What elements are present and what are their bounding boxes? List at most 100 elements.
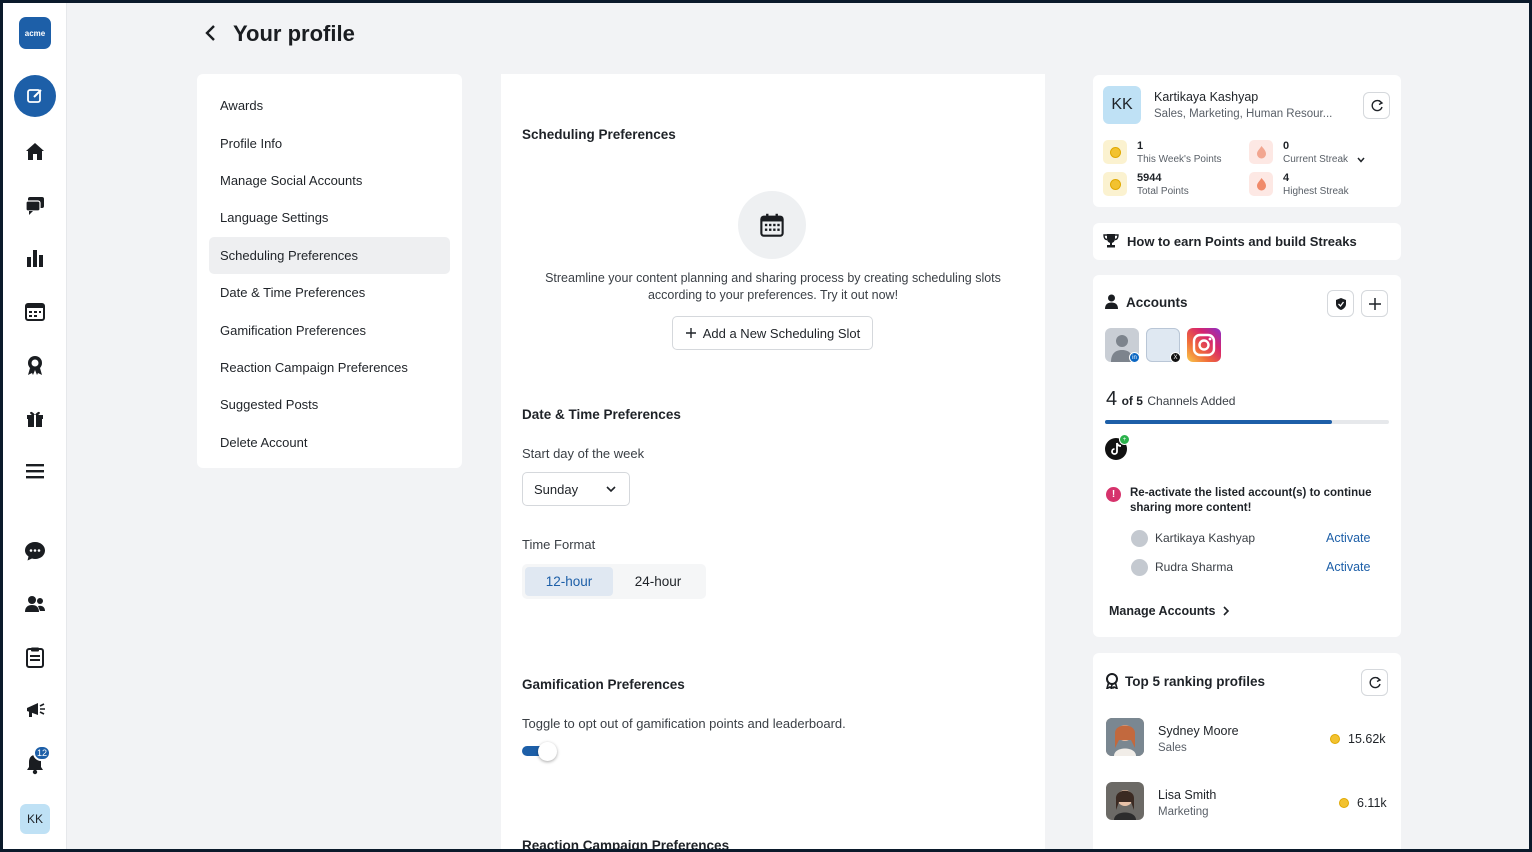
current-streak-label: Current Streak <box>1283 154 1349 165</box>
channels-total: of 5 <box>1121 394 1143 408</box>
profile-summary-card: KK Kartikaya Kashyap Sales, Marketing, H… <box>1093 75 1401 207</box>
scheduling-description: Streamline your content planning and sha… <box>523 270 1023 304</box>
x-account-avatar[interactable]: X <box>1146 328 1181 363</box>
nav-item-gamification-preferences[interactable]: Gamification Preferences <box>209 311 450 348</box>
channels-progress-fill <box>1105 420 1333 424</box>
feed-chat-icon[interactable] <box>23 193 47 217</box>
page-title: Your profile <box>233 21 355 46</box>
nav-item-profile-info[interactable]: Profile Info <box>209 124 450 161</box>
manage-accounts-link[interactable]: Manage Accounts <box>1109 604 1230 618</box>
manage-accounts-label: Manage Accounts <box>1109 604 1216 618</box>
messages-icon[interactable] <box>23 539 47 563</box>
calendar-icon <box>760 213 784 237</box>
nav-item-reaction-campaign-preferences[interactable]: Reaction Campaign Preferences <box>209 349 450 386</box>
gamification-description: Toggle to opt out of gamification points… <box>522 716 846 731</box>
chevron-right-icon <box>1222 606 1229 616</box>
time-format-label: Time Format <box>522 537 596 552</box>
refresh-ranking-button[interactable] <box>1361 669 1388 696</box>
rank-profile-name: Sydney Moore <box>1158 724 1239 738</box>
chevron-down-icon[interactable] <box>1356 155 1366 165</box>
toggle-knob <box>538 742 557 761</box>
coin-icon <box>1330 734 1340 744</box>
nav-item-date-time-preferences[interactable]: Date & Time Preferences <box>209 274 450 311</box>
inactive-account-avatar <box>1131 530 1148 547</box>
refresh-icon <box>1369 676 1381 688</box>
scheduling-title: Scheduling Preferences <box>522 127 676 142</box>
time-format-24-hour[interactable]: 24-hour <box>613 567 703 596</box>
compose-button[interactable] <box>14 75 56 117</box>
warning-icon: ! <box>1106 487 1121 502</box>
users-icon[interactable] <box>23 592 47 616</box>
analytics-icon[interactable] <box>23 246 47 270</box>
rank-profile-name: Lisa Smith <box>1158 788 1217 802</box>
clipboard-icon[interactable] <box>23 645 47 669</box>
coin-icon <box>1339 798 1349 808</box>
settings-nav: Awards Profile Info Manage Social Accoun… <box>197 74 462 468</box>
back-button[interactable] <box>201 23 221 43</box>
streak-flame-icon <box>1249 140 1273 164</box>
inactive-account-name: Kartikaya Kashyap <box>1155 531 1256 545</box>
gamification-title: Gamification Preferences <box>522 677 685 692</box>
scheduling-description-line1: Streamline your content planning and sha… <box>545 271 1001 285</box>
start-day-select[interactable]: Sunday <box>522 472 630 506</box>
calendar-icon[interactable] <box>23 299 47 323</box>
datetime-title: Date & Time Preferences <box>522 407 681 422</box>
activate-button[interactable]: Activate <box>1326 531 1370 545</box>
current-streak-value: 0 <box>1283 140 1290 152</box>
channels-added-text: 4 of 5 Channels Added <box>1106 388 1235 411</box>
highest-streak-value: 4 <box>1283 172 1290 184</box>
linkedin-account-avatar[interactable]: in <box>1105 328 1140 363</box>
nav-item-language-settings[interactable]: Language Settings <box>209 199 450 236</box>
instagram-icon <box>1192 333 1216 357</box>
shield-check-icon <box>1335 297 1346 310</box>
channels-suffix: Channels Added <box>1147 394 1236 408</box>
profile-name: Kartikaya Kashyap <box>1154 90 1259 104</box>
rank-profile-points: 15.62k <box>1348 732 1386 746</box>
security-button[interactable] <box>1327 290 1354 317</box>
refresh-profile-button[interactable] <box>1363 92 1390 119</box>
earn-points-card[interactable]: How to earn Points and build Streaks <box>1093 223 1401 260</box>
nav-item-delete-account[interactable]: Delete Account <box>209 424 450 461</box>
nav-item-manage-social-accounts[interactable]: Manage Social Accounts <box>209 162 450 199</box>
activate-button[interactable]: Activate <box>1326 560 1370 574</box>
top-ranking-card: Top 5 ranking profiles Sydney Moore Sale… <box>1093 653 1401 849</box>
earn-points-title: How to earn Points and build Streaks <box>1127 234 1357 249</box>
ribbon-award-icon <box>1106 673 1118 689</box>
inactive-account-name: Rudra Sharma <box>1155 560 1234 574</box>
rank-profile-dept: Marketing <box>1158 806 1209 818</box>
plus-icon <box>1368 297 1381 310</box>
start-day-value: Sunday <box>534 481 579 497</box>
nav-item-suggested-posts[interactable]: Suggested Posts <box>209 386 450 423</box>
x-twitter-icon: X <box>1170 352 1181 363</box>
highest-streak-label: Highest Streak <box>1283 186 1349 197</box>
instagram-account-avatar[interactable] <box>1187 328 1221 362</box>
time-format-toggle: 12-hour 24-hour <box>522 564 706 599</box>
rank-profile-dept: Sales <box>1158 742 1187 754</box>
gamification-toggle[interactable] <box>522 742 558 761</box>
campaign-icon[interactable] <box>23 698 47 722</box>
add-scheduling-slot-label: Add a New Scheduling Slot <box>702 325 861 341</box>
award-icon[interactable] <box>23 353 47 377</box>
acme-logo[interactable]: acme <box>19 17 51 49</box>
channels-progress-bar <box>1105 420 1389 424</box>
rank-profile-points: 6.11k <box>1357 796 1387 810</box>
app-frame: acme 12 KK Your profile Awards Profile I… <box>3 3 1529 849</box>
tiktok-add-button[interactable]: + <box>1105 434 1130 460</box>
profile-avatar: KK <box>1103 86 1141 124</box>
total-points-label: Total Points <box>1137 186 1189 197</box>
time-format-12-hour[interactable]: 12-hour <box>525 567 613 596</box>
coin-icon <box>1103 140 1127 164</box>
logo-text: acme <box>24 28 46 38</box>
home-icon[interactable] <box>23 139 47 163</box>
nav-item-awards[interactable]: Awards <box>209 87 450 124</box>
nav-item-scheduling-preferences[interactable]: Scheduling Preferences <box>209 236 450 274</box>
notification-count-badge: 12 <box>33 745 51 761</box>
add-scheduling-slot-button[interactable]: Add a New Scheduling Slot <box>672 316 873 350</box>
left-rail: acme 12 KK <box>3 3 67 849</box>
gift-icon[interactable] <box>23 406 47 430</box>
accounts-title: Accounts <box>1126 295 1188 310</box>
edit-icon <box>27 89 42 103</box>
menu-icon[interactable] <box>23 459 47 483</box>
add-account-button[interactable] <box>1361 290 1388 317</box>
user-avatar[interactable]: KK <box>20 804 50 834</box>
